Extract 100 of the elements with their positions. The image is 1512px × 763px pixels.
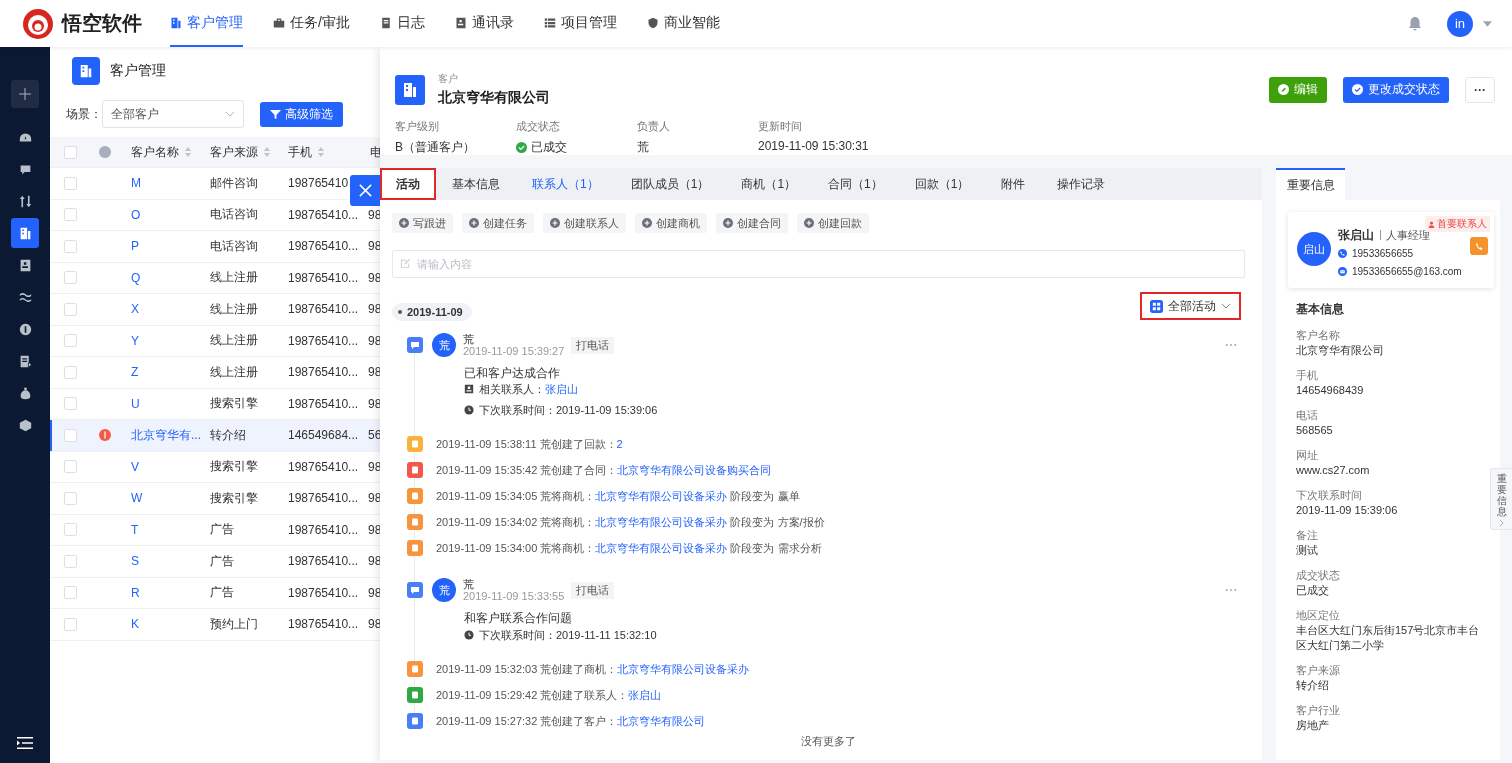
column-header[interactable]: 手机 (278, 143, 360, 161)
record-link[interactable]: 2 (616, 437, 623, 450)
checkbox[interactable] (63, 397, 77, 411)
checkbox[interactable] (63, 176, 77, 190)
advanced-filter-button[interactable]: 高级筛选 (260, 101, 343, 127)
customer-name-link[interactable]: O (120, 207, 200, 222)
record-link[interactable]: 北京穹华有限公司设备采办 (617, 662, 750, 675)
sidebar-item[interactable] (11, 218, 39, 248)
checkbox[interactable] (63, 208, 77, 222)
tab[interactable]: 重要信息 (1276, 168, 1345, 200)
customer-name-link[interactable]: Z (120, 365, 200, 380)
input-field[interactable]: 请输入内容 (392, 250, 1245, 278)
record-link[interactable]: 北京穹华有限公司设备采办 (595, 489, 728, 502)
customer-name-link[interactable]: P (120, 239, 200, 254)
customer-name-link[interactable]: 北京穹华有... (120, 426, 200, 444)
next-contact-time: 下次联系时间：2019-11-11 15:32:10 (479, 628, 657, 643)
tab[interactable]: 合同（1） (812, 168, 899, 200)
customer-name-link[interactable]: M (120, 176, 200, 191)
contact-link[interactable]: 张启山 (545, 383, 578, 395)
customer-name-link[interactable]: S (120, 554, 200, 569)
checkbox[interactable] (63, 617, 77, 631)
field-label: 备注 (1296, 528, 1319, 543)
table-row[interactable]: M 邮件咨询 198765410 (50, 168, 348, 200)
change-status-button[interactable]: 更改成交状态 (1343, 76, 1449, 103)
tab[interactable]: 活动 (380, 168, 436, 200)
field-label: 手机 (1296, 368, 1319, 383)
create-button[interactable]: 创建商机 (635, 213, 707, 233)
chat-icon (407, 337, 423, 353)
close-button[interactable] (350, 175, 380, 206)
tab[interactable]: 联系人（1） (516, 168, 615, 200)
chat-icon (407, 582, 423, 598)
checkbox[interactable] (63, 428, 77, 442)
field-value: 已成交 (516, 139, 637, 156)
tab[interactable]: 团队成员（1） (614, 168, 726, 200)
customer-name-link[interactable]: K (120, 617, 200, 632)
sort-icon (185, 147, 191, 157)
record-type: 客户 (438, 72, 459, 86)
checkbox[interactable] (63, 586, 77, 600)
create-button[interactable]: 创建回款 (797, 213, 869, 233)
column-header[interactable]: 客户来源 (200, 143, 278, 161)
call-button[interactable] (1470, 237, 1488, 255)
checkbox[interactable] (63, 302, 77, 316)
user-avatar[interactable]: in (1447, 10, 1473, 37)
nav-tab[interactable]: 项目管理 (543, 0, 617, 47)
customer-name-link[interactable]: U (120, 396, 200, 411)
nav-tab[interactable]: 任务/审批 (273, 0, 350, 47)
tab[interactable]: 商机（1） (725, 168, 813, 200)
field-label: 下次联系时间 (1296, 488, 1363, 503)
record-link[interactable]: 北京穹华有限公司 (617, 714, 706, 727)
record-link[interactable]: 北京穹华有限公司设备采办 (595, 515, 728, 528)
checkbox[interactable] (63, 334, 77, 348)
tab[interactable]: 基本信息 (436, 168, 516, 200)
nav-tab[interactable]: 日志 (379, 0, 425, 47)
checkbox[interactable] (63, 554, 77, 568)
checkbox[interactable] (63, 145, 77, 159)
tab[interactable]: 附件 (985, 168, 1042, 200)
record-link[interactable]: 北京穹华有限公司设备购买合同 (617, 463, 772, 476)
activity-log-text: 2019-11-09 15:29:42 荒创建了联系人：张启山 (436, 687, 662, 703)
more-button[interactable]: ··· (1465, 76, 1495, 103)
field-label: 客户名称 (1296, 328, 1341, 343)
activity-filter[interactable]: 全部活动 (1140, 292, 1241, 320)
plus-circle-icon (399, 218, 409, 228)
add-button[interactable] (11, 80, 39, 108)
nav-tab[interactable]: 商业智能 (646, 0, 720, 47)
checkbox[interactable] (63, 491, 77, 505)
customer-name-link[interactable]: R (120, 585, 200, 600)
checkbox[interactable] (63, 365, 77, 379)
customer-name-link[interactable]: V (120, 459, 200, 474)
checkbox[interactable] (63, 460, 77, 474)
shield-icon (646, 16, 659, 29)
nav-tab[interactable]: 通讯录 (454, 0, 514, 47)
menu-icon[interactable] (17, 737, 33, 749)
table-cell-text: 线上注册 (209, 332, 259, 350)
bell-icon[interactable] (1407, 15, 1423, 32)
customer-name-link[interactable]: Y (120, 333, 200, 348)
create-button[interactable]: 写跟进 (392, 213, 453, 233)
column-header[interactable]: 电 (360, 143, 380, 161)
record-link[interactable]: 北京穹华有限公司设备采办 (595, 541, 728, 554)
table-cell-text: 电话咨询 (209, 237, 259, 255)
scene-select[interactable]: 全部客户 (102, 100, 244, 128)
customer-name-link[interactable]: W (120, 491, 200, 506)
side-tab[interactable]: 重要信息 (1490, 468, 1512, 530)
customer-name-link[interactable]: T (120, 522, 200, 537)
tab[interactable]: 操作记录 (1041, 168, 1122, 200)
customer-name-link[interactable]: Q (120, 270, 200, 285)
checkbox[interactable] (63, 523, 77, 537)
column-header[interactable]: 客户名称 (120, 143, 200, 161)
create-button[interactable]: 创建任务 (462, 213, 534, 233)
checkbox[interactable] (63, 239, 77, 253)
customer-name-link[interactable]: X (120, 302, 200, 317)
record-link[interactable]: 张启山 (628, 688, 662, 701)
more-icon[interactable] (1225, 588, 1237, 592)
contact-name: 张启山 (1338, 226, 1374, 244)
checkbox[interactable] (63, 271, 77, 285)
caret-icon[interactable] (1483, 20, 1492, 27)
more-icon[interactable] (1225, 343, 1237, 347)
create-button[interactable]: 创建联系人 (543, 213, 626, 233)
date-chip: 2019-11-09 (392, 302, 472, 321)
create-button[interactable]: 创建合同 (716, 213, 788, 233)
tab[interactable]: 回款（1） (898, 168, 986, 200)
